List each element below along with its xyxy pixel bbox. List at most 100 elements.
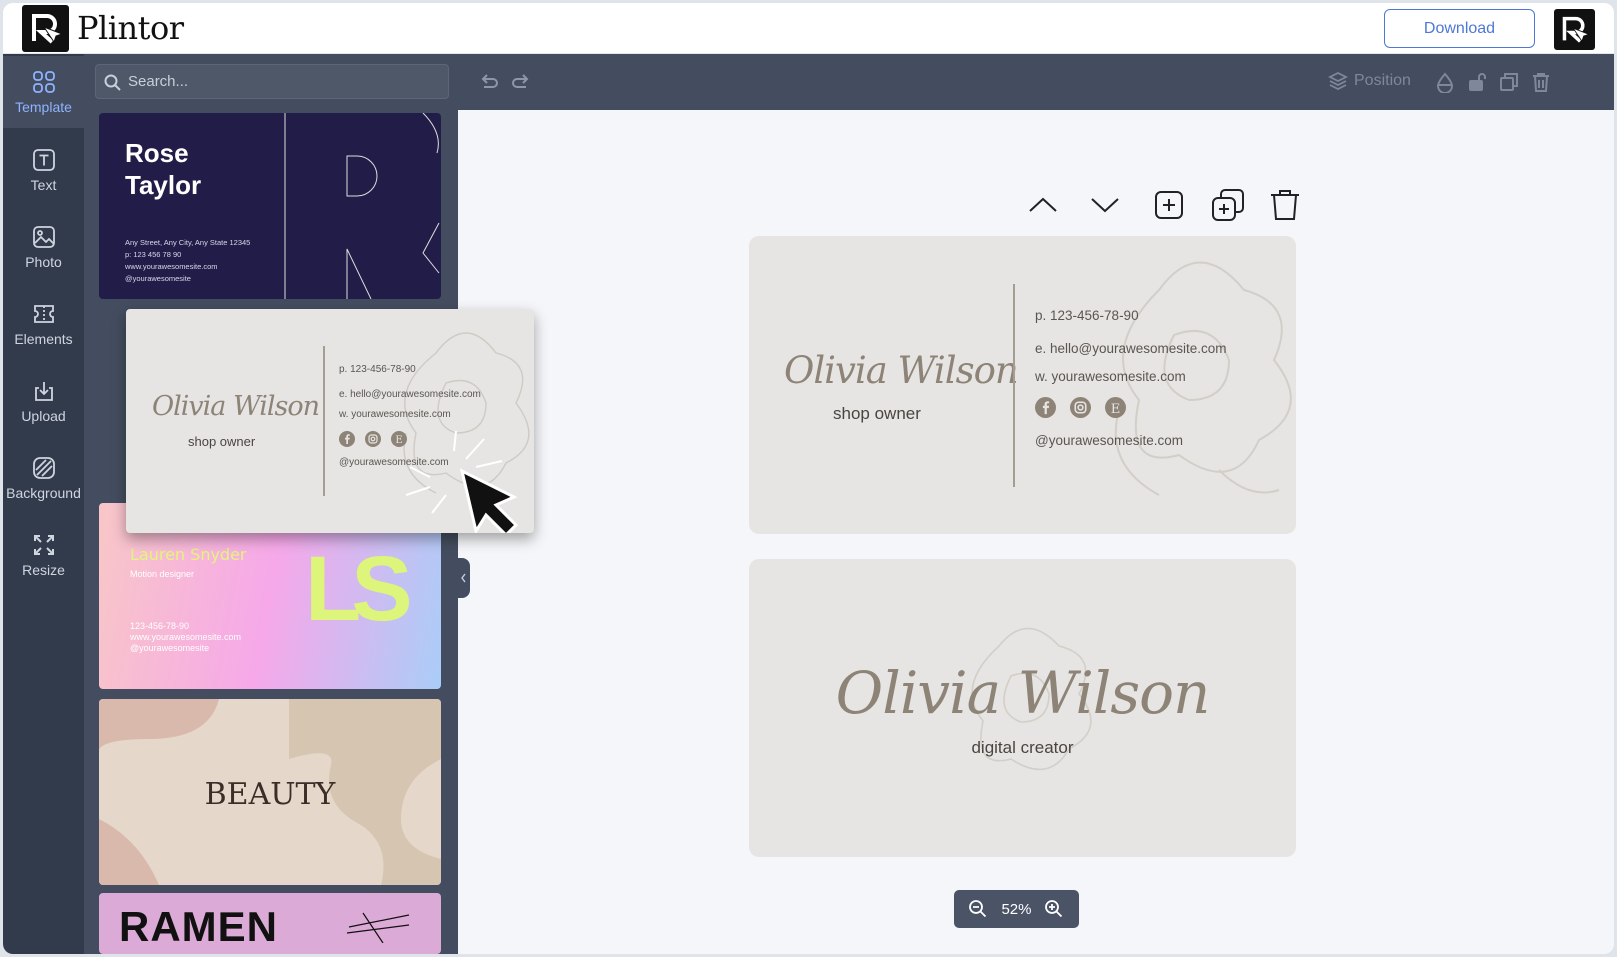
template-web: w. yourawesomesite.com xyxy=(339,409,451,420)
template-name: Lauren Snyder xyxy=(130,545,247,564)
card-web: w. yourawesomesite.com xyxy=(1035,369,1186,384)
template-card-rose-taylor[interactable]: Rose Taylor Any Street, Any City, Any St… xyxy=(99,113,441,299)
template-details: 123-456-78-90 www.yourawesomesite.com @y… xyxy=(130,621,241,654)
layers-icon xyxy=(1328,71,1348,91)
template-name: Olivia Wilson xyxy=(152,391,320,422)
card-email: e. hello@yourawesomesite.com xyxy=(1035,341,1227,356)
social-icons: E xyxy=(339,431,407,447)
template-card-beauty[interactable]: BEAUTY xyxy=(99,699,441,885)
cursor-pointer-icon xyxy=(406,430,519,533)
delete-page-icon[interactable] xyxy=(1268,188,1302,222)
upload-icon xyxy=(34,382,53,401)
panel-collapse-toggle[interactable] xyxy=(458,558,470,598)
template-web: www.yourawesomesite.com xyxy=(125,262,218,271)
etsy-icon: E xyxy=(391,431,407,447)
move-down-icon[interactable] xyxy=(1088,188,1122,222)
search-icon xyxy=(104,74,121,91)
zoom-control: 52% xyxy=(954,890,1079,928)
chevron-left-icon xyxy=(461,573,466,583)
card-phone: p. 123-456-78-90 xyxy=(1035,308,1139,323)
template-phone: p: 123 456 78 90 xyxy=(125,250,182,259)
rail-label: Upload xyxy=(21,408,66,424)
image-icon xyxy=(32,226,55,248)
zoom-in-icon[interactable] xyxy=(1044,899,1064,919)
etsy-icon: E xyxy=(1105,397,1126,418)
card-name: Olivia Wilson xyxy=(784,349,1019,392)
header: Plintor Download xyxy=(3,3,1614,54)
position-label: Position xyxy=(1354,72,1411,89)
rail-label: Template xyxy=(15,99,72,115)
divider xyxy=(323,346,325,496)
rail-upload[interactable]: Upload xyxy=(3,365,84,437)
resize-icon xyxy=(33,535,54,555)
social-icons: E xyxy=(1035,397,1126,418)
template-phone: 123-456-78-90 xyxy=(130,621,190,631)
template-details: Any Street, Any City, Any State 12345 p:… xyxy=(125,237,250,285)
chopsticks-graphic xyxy=(346,912,410,943)
rail-elements[interactable]: Elements xyxy=(3,288,84,360)
search-placeholder: Search... xyxy=(128,73,189,90)
template-handle: @yourawesomesite xyxy=(125,274,191,283)
rail-background[interactable]: Background xyxy=(3,442,84,514)
template-phone: p. 123-456-78-90 xyxy=(339,364,416,375)
card-role: digital creator xyxy=(971,738,1074,757)
divider xyxy=(1013,284,1015,487)
canvas-card-front[interactable]: Olivia Wilson shop owner p. 123-456-78-9… xyxy=(749,236,1296,534)
template-web: www.yourawesomesite.com xyxy=(130,632,242,642)
svg-text:E: E xyxy=(395,435,402,446)
monogram-graphic xyxy=(284,113,440,299)
template-title: RAMEN xyxy=(119,903,278,950)
background-icon xyxy=(32,457,55,479)
card-handle: @yourawesomesite.com xyxy=(1035,433,1184,448)
app-window: Plintor Download Template Text Photo Ele… xyxy=(3,3,1614,954)
zoom-out-icon[interactable] xyxy=(968,899,988,919)
instagram-icon xyxy=(365,431,381,447)
grid-icon xyxy=(32,71,55,93)
rail-text[interactable]: Text xyxy=(3,134,84,206)
svg-text:E: E xyxy=(1111,402,1121,417)
logo-icon xyxy=(22,5,69,52)
move-up-icon[interactable] xyxy=(1026,188,1060,222)
elements-icon xyxy=(33,305,54,323)
rail-label: Text xyxy=(30,177,57,193)
redo-icon[interactable] xyxy=(510,71,532,93)
text-icon xyxy=(32,149,55,171)
rail-resize[interactable]: Resize xyxy=(3,519,84,591)
template-handle: @yourawesomesite xyxy=(130,643,210,653)
trash-icon[interactable] xyxy=(1530,71,1552,93)
add-page-icon[interactable] xyxy=(1152,188,1186,222)
undo-icon[interactable] xyxy=(478,71,500,93)
template-role: Motion designer xyxy=(130,569,195,579)
facebook-icon xyxy=(339,431,355,447)
side-rail: Template Text Photo Elements Upload Back… xyxy=(3,54,84,954)
template-title: BEAUTY xyxy=(204,777,336,812)
rail-photo[interactable]: Photo xyxy=(3,211,84,283)
brand-name: Plintor xyxy=(77,9,184,47)
floral-sketch xyxy=(1114,261,1292,496)
opacity-icon[interactable] xyxy=(1434,71,1456,93)
rail-label: Photo xyxy=(25,254,62,270)
search-input[interactable]: Search... xyxy=(95,64,449,99)
card-role: shop owner xyxy=(833,404,921,423)
rail-label: Resize xyxy=(22,562,65,578)
rail-label: Elements xyxy=(14,331,73,347)
template-address: Any Street, Any City, Any State 12345 xyxy=(125,238,251,247)
template-name: Rose Taylor xyxy=(125,138,202,200)
position-button[interactable]: Position xyxy=(1328,71,1411,91)
template-email: e. hello@yourawesomesite.com xyxy=(339,389,481,400)
unlock-icon[interactable] xyxy=(1466,71,1488,93)
zoom-level: 52% xyxy=(1001,900,1032,918)
duplicate-page-icon[interactable] xyxy=(1211,188,1245,222)
rail-template[interactable]: Template xyxy=(3,56,84,128)
template-monogram: LS xyxy=(305,538,413,640)
duplicate-icon[interactable] xyxy=(1498,71,1520,93)
dragged-template-card[interactable]: Olivia Wilson shop owner p. 123-456-78-9… xyxy=(126,309,534,533)
card-name: Olivia Wilson xyxy=(835,659,1211,727)
download-button[interactable]: Download xyxy=(1384,9,1535,48)
account-logo-icon[interactable] xyxy=(1554,9,1595,50)
editor-toolbar: Position xyxy=(458,54,1614,110)
canvas-card-back[interactable]: Olivia Wilson digital creator xyxy=(749,559,1296,857)
template-role: shop owner xyxy=(188,434,256,449)
rail-label: Background xyxy=(6,485,81,501)
template-card-ramen[interactable]: RAMEN xyxy=(99,893,441,954)
